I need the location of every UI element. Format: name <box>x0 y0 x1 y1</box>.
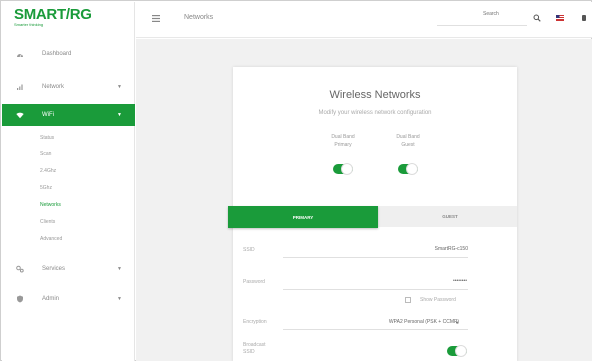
tab-guest[interactable]: GUEST <box>383 206 517 227</box>
show-password-label: Show Password <box>420 297 456 303</box>
band-primary-label-line1: Dual Band <box>331 134 355 140</box>
logo-text: SMART/RG <box>14 6 92 23</box>
sidebar-item-admin[interactable]: Admin ▼ <box>2 288 135 310</box>
broadcast-ssid-label: Broadcast SSID <box>243 342 266 356</box>
top-bar: Networks <box>136 2 592 38</box>
chevron-down-icon: ▼ <box>117 296 122 302</box>
show-password-checkbox[interactable] <box>405 297 411 303</box>
sidebar-item-label: Network <box>42 84 65 90</box>
us-flag-icon[interactable] <box>556 15 564 21</box>
card-subtitle: Modify your wireless network configurati… <box>318 110 432 116</box>
sidebar-item-wifi[interactable]: WiFi ▼ <box>2 104 135 126</box>
broadcast-ssid-label-line1: Broadcast <box>243 342 266 348</box>
ssid-underline <box>283 257 468 258</box>
band-primary-label-line2: Primary <box>334 142 352 148</box>
sidebar-item-label: Dashboard <box>42 51 72 57</box>
main-content: Wireless Networks Modify your wireless n… <box>136 39 592 361</box>
services-icon <box>16 265 24 273</box>
chevron-down-icon: ▼ <box>117 112 122 118</box>
broadcast-ssid-toggle[interactable] <box>447 345 467 357</box>
toggle-knob <box>341 163 353 175</box>
chevron-down-icon: ▼ <box>117 84 122 90</box>
sidebar: SMART/RG Smarter thinking Dashboard Netw… <box>2 2 135 361</box>
sidebar-subitem-clients[interactable]: Clients <box>40 219 55 225</box>
search-icon[interactable] <box>533 14 541 22</box>
band-guest-label: Dual Band Guest <box>388 133 428 149</box>
ssid-label: SSID <box>243 247 255 253</box>
admin-icon <box>17 295 23 303</box>
tab-primary[interactable]: PRIMARY <box>228 206 378 228</box>
sidebar-subitem-networks[interactable]: Networks <box>40 202 61 208</box>
sidebar-item-label: WiFi <box>42 112 54 118</box>
ssid-field[interactable] <box>283 246 468 252</box>
sidebar-item-services[interactable]: Services ▼ <box>2 258 135 280</box>
wifi-icon <box>16 112 24 119</box>
sidebar-item-label: Admin <box>42 296 60 302</box>
password-label: Password <box>243 279 265 285</box>
wireless-networks-card: Wireless Networks Modify your wireless n… <box>228 67 517 361</box>
hamburger-menu-icon[interactable] <box>152 15 160 22</box>
sidebar-subitem-scan[interactable]: Scan <box>40 151 51 157</box>
encryption-label: Encryption <box>243 319 267 325</box>
dashboard-icon <box>17 53 23 58</box>
encryption-select[interactable]: WPA2 Personal (PSK + CCMP) <box>389 319 459 325</box>
network-icon <box>17 84 23 90</box>
password-underline <box>283 289 468 290</box>
band-guest-toggle[interactable] <box>398 163 418 175</box>
card-title: Wireless Networks <box>329 89 421 101</box>
app-window: SMART/RG Smarter thinking Dashboard Netw… <box>0 0 592 361</box>
chevron-down-icon[interactable]: ▼ <box>455 320 459 325</box>
encryption-underline <box>283 329 468 330</box>
password-field[interactable]: •••••••• <box>453 278 467 284</box>
page-title: Networks <box>184 14 214 21</box>
band-guest-label-line2: Guest <box>401 142 415 148</box>
band-guest-label-line1: Dual Band <box>396 134 420 140</box>
sidebar-item-label: Services <box>42 266 66 272</box>
brand-logo[interactable]: SMART/RG Smarter thinking <box>14 6 92 27</box>
sidebar-item-dashboard[interactable]: Dashboard <box>2 43 135 65</box>
sidebar-subitem-2-4ghz[interactable]: 2.4Ghz <box>40 168 56 174</box>
sidebar-subitem-5ghz[interactable]: 5Ghz <box>40 185 52 191</box>
network-tabs: PRIMARY GUEST <box>228 206 517 228</box>
toggle-knob <box>406 163 418 175</box>
sidebar-item-network[interactable]: Network ▼ <box>2 76 135 98</box>
band-primary-toggle[interactable] <box>333 163 353 175</box>
sidebar-subitem-status[interactable]: Status <box>40 135 54 141</box>
chevron-down-icon: ▼ <box>117 266 122 272</box>
broadcast-ssid-label-line2: SSID <box>243 349 255 355</box>
sidebar-subitem-advanced[interactable]: Advanced <box>40 236 62 242</box>
more-options-icon[interactable] <box>582 15 586 21</box>
band-primary-label: Dual Band Primary <box>323 133 363 149</box>
toggle-knob <box>455 345 467 357</box>
search-input[interactable] <box>483 11 523 17</box>
search-box[interactable] <box>437 11 527 26</box>
